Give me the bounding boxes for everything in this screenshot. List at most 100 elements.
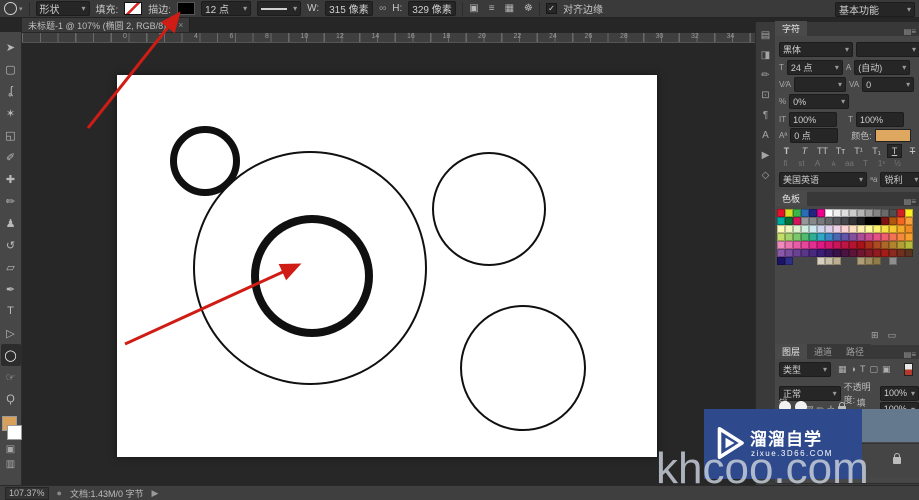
color-swatch[interactable] (817, 233, 825, 241)
color-swatch[interactable] (873, 241, 881, 249)
color-swatch[interactable] (881, 241, 889, 249)
color-swatch[interactable] (865, 241, 873, 249)
color-swatch[interactable] (897, 209, 905, 217)
kerning-dropdown[interactable] (794, 77, 846, 92)
color-swatch[interactable] (841, 225, 849, 233)
color-swatch[interactable] (889, 217, 897, 225)
color-swatch[interactable] (801, 225, 809, 233)
color-swatch[interactable] (793, 241, 801, 249)
color-swatch[interactable] (825, 233, 833, 241)
filter-toggle-switch[interactable] (904, 363, 913, 376)
color-swatch[interactable] (809, 233, 817, 241)
color-swatch[interactable] (817, 217, 825, 225)
color-swatch[interactable] (817, 225, 825, 233)
filter-adjustment-icon[interactable]: ◑ (851, 364, 856, 375)
color-swatch[interactable] (849, 241, 857, 249)
color-swatch[interactable] (801, 233, 809, 241)
color-swatch[interactable] (825, 217, 833, 225)
color-swatch[interactable] (777, 209, 785, 217)
color-swatch[interactable] (897, 225, 905, 233)
vertical-scale-input[interactable]: 100% (789, 112, 837, 127)
new-swatch-icon[interactable]: ⊞ (871, 330, 879, 341)
close-tab-icon[interactable]: × (178, 20, 183, 30)
color-swatch[interactable] (833, 217, 841, 225)
quick-mask-icon[interactable]: ▣ (6, 444, 15, 459)
tool-mode-dropdown[interactable]: 形状 (36, 1, 90, 16)
color-swatch[interactable] (825, 257, 833, 265)
color-swatch[interactable] (809, 209, 817, 217)
delete-swatch-icon[interactable]: ▭ (888, 330, 897, 341)
color-swatch[interactable] (841, 241, 849, 249)
font-size-dropdown[interactable]: 24 点 (787, 60, 843, 75)
eraser-tool[interactable]: ▱ (1, 256, 21, 278)
color-swatch[interactable] (889, 241, 897, 249)
align-edges-checkbox[interactable]: ✓ (546, 3, 557, 14)
color-swatch[interactable] (849, 217, 857, 225)
path-selection-tool[interactable]: ▷ (1, 322, 21, 344)
properties-panel-icon[interactable]: ◨ (761, 50, 770, 61)
shape-height-input[interactable]: 329 像素 (408, 1, 456, 16)
color-swatch[interactable] (905, 209, 913, 217)
color-swatch[interactable] (841, 209, 849, 217)
color-swatch[interactable] (865, 233, 873, 241)
color-swatch[interactable] (857, 225, 865, 233)
stylistic-alternates-button[interactable]: aa (843, 158, 856, 169)
color-swatch[interactable] (785, 233, 793, 241)
filter-smartobject-icon[interactable]: ▣ (882, 364, 891, 375)
color-swatch[interactable] (849, 225, 857, 233)
swash-button[interactable]: ᴀ (827, 158, 840, 169)
color-swatch[interactable] (833, 241, 841, 249)
color-swatch[interactable] (905, 217, 913, 225)
color-swatch[interactable] (849, 249, 857, 257)
crop-tool[interactable]: ◱ (1, 124, 21, 146)
document-tab[interactable]: 未标题-1 @ 107% (椭圆 2, RGB/8) * × (22, 18, 190, 32)
antialias-dropdown[interactable]: 锐利 (880, 172, 919, 187)
lasso-tool[interactable]: ʆ (1, 80, 21, 102)
color-swatch[interactable] (889, 257, 897, 265)
color-swatch[interactable] (817, 209, 825, 217)
brush-panel-icon[interactable]: ✏ (761, 70, 769, 81)
color-swatch[interactable] (905, 233, 913, 241)
tab-channels[interactable]: 通道 (807, 344, 839, 359)
color-swatch[interactable] (833, 257, 841, 265)
history-panel-icon[interactable]: ▤ (761, 30, 770, 41)
color-swatch[interactable] (873, 209, 881, 217)
color-swatch[interactable] (841, 257, 849, 265)
color-swatch[interactable] (801, 249, 809, 257)
color-swatch[interactable] (897, 241, 905, 249)
color-swatch[interactable] (825, 209, 833, 217)
panel-menu-icon[interactable]: ▤≡ (904, 27, 919, 36)
color-swatch[interactable] (881, 225, 889, 233)
color-swatch[interactable] (785, 257, 793, 265)
ligatures-button[interactable]: fi (779, 158, 792, 169)
underline-button[interactable]: T (887, 144, 902, 158)
filter-shape-icon[interactable]: ▢ (869, 364, 878, 375)
stroke-width-dropdown[interactable]: 12 点 (201, 1, 251, 16)
subscript-button[interactable]: T₁ (869, 144, 884, 158)
eyedropper-tool[interactable]: ✐ (1, 146, 21, 168)
filter-pixel-icon[interactable]: ▦ (838, 364, 847, 375)
faux-bold-button[interactable]: T (779, 144, 794, 158)
panel-menu-icon[interactable]: ▤≡ (904, 197, 919, 206)
magic-wand-tool[interactable]: ✶ (1, 102, 21, 124)
filter-type-icon[interactable]: T (860, 364, 866, 375)
color-swatch[interactable] (881, 257, 889, 265)
color-swatch[interactable] (833, 209, 841, 217)
color-swatch[interactable] (849, 257, 857, 265)
status-expand-icon[interactable]: ▶ (152, 488, 159, 499)
color-swatch[interactable] (857, 217, 865, 225)
color-swatch[interactable] (777, 241, 785, 249)
color-swatch[interactable] (841, 249, 849, 257)
color-swatch[interactable] (865, 209, 873, 217)
color-swatch[interactable] (793, 249, 801, 257)
color-swatch[interactable] (777, 217, 785, 225)
color-swatch[interactable] (897, 233, 905, 241)
color-swatch[interactable] (817, 257, 825, 265)
small-caps-button[interactable]: Tᴛ (833, 144, 848, 158)
color-swatch[interactable] (785, 217, 793, 225)
color-swatch[interactable] (793, 209, 801, 217)
color-swatch[interactable] (833, 225, 841, 233)
color-swatch[interactable] (857, 209, 865, 217)
zoom-tool[interactable]: Ϙ (1, 388, 21, 410)
move-tool[interactable]: ➤ (1, 36, 21, 58)
